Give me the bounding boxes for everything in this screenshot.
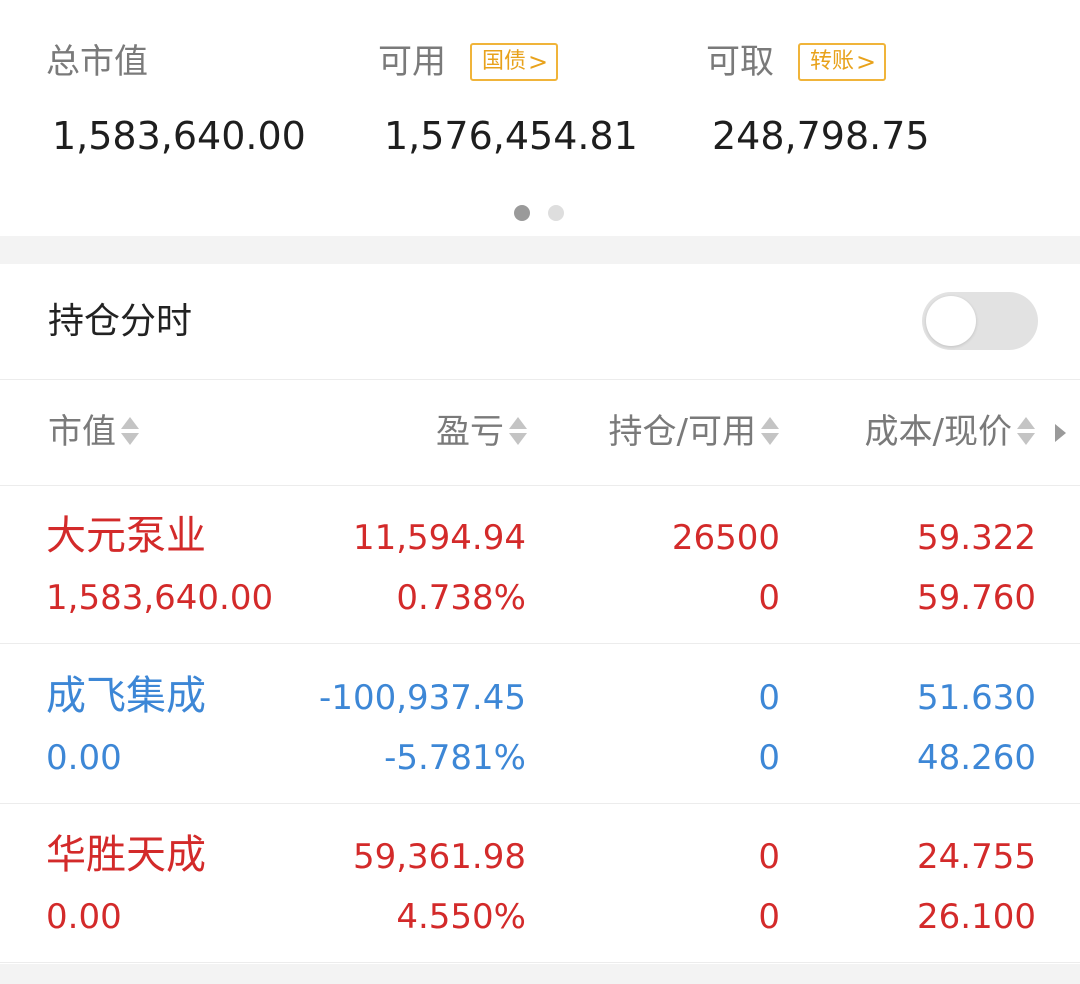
intraday-position-toggle[interactable] xyxy=(922,292,1038,350)
sort-cost-price[interactable]: 成本/现价 xyxy=(865,406,1036,458)
chevron-right-icon: > xyxy=(528,48,549,76)
scroll-right-icon[interactable] xyxy=(1055,424,1066,442)
page-indicator xyxy=(514,205,582,221)
chevron-right-icon: > xyxy=(856,48,877,76)
table-row[interactable]: 华胜天成 0.00 59,361.98 4.550% 0 0 24.755 26… xyxy=(0,805,1080,963)
positions-page: 总市值 1,583,640.00 可用 国债 > 1,576,454.81 可取… xyxy=(0,0,1080,984)
intraday-position-label: 持仓分时 xyxy=(48,301,193,342)
available-funds-value: 1,576,454.81 xyxy=(384,114,638,158)
stock-cost: 59.322 xyxy=(917,518,1036,558)
sort-arrows-icon xyxy=(760,415,780,449)
section-divider xyxy=(0,236,1080,264)
stock-price: 26.100 xyxy=(917,897,1036,937)
header-market-value: 市值 xyxy=(48,412,116,452)
treasury-bond-button[interactable]: 国债 > xyxy=(470,43,559,81)
stock-pnl: 59,361.98 xyxy=(352,837,526,877)
stock-name: 华胜天成 xyxy=(46,832,206,878)
stock-available: 0 xyxy=(758,738,780,778)
total-market-value: 1,583,640.00 xyxy=(52,114,306,158)
sort-position-available[interactable]: 持仓/可用 xyxy=(609,406,780,458)
transfer-button[interactable]: 转账 > xyxy=(798,43,887,81)
table-row[interactable]: 大元泵业 1,583,640.00 11,594.94 0.738% 26500… xyxy=(0,486,1080,644)
page-dot-inactive[interactable] xyxy=(548,205,564,221)
stock-pnl: 11,594.94 xyxy=(352,518,526,558)
header-pnl: 盈亏 xyxy=(436,412,504,452)
table-row[interactable]: 成飞集成 0.00 -100,937.45 -5.781% 0 0 51.630… xyxy=(0,646,1080,804)
stock-position: 0 xyxy=(758,678,780,718)
stock-position: 26500 xyxy=(671,518,780,558)
total-market-value-label: 总市值 xyxy=(46,42,148,82)
stock-available: 0 xyxy=(758,578,780,618)
transfer-label: 转账 xyxy=(810,49,855,74)
header-cost-price: 成本/现价 xyxy=(864,412,1012,452)
account-summary[interactable]: 总市值 1,583,640.00 可用 国债 > 1,576,454.81 可取… xyxy=(0,0,1080,236)
stock-pnl-percent: -5.781% xyxy=(384,738,526,778)
available-funds-label: 可用 xyxy=(378,42,446,82)
stock-market-value: 1,583,640.00 xyxy=(46,578,274,618)
stock-name: 大元泵业 xyxy=(46,513,206,559)
toggle-knob xyxy=(926,296,976,346)
sort-arrows-icon xyxy=(1016,415,1036,449)
stock-available: 0 xyxy=(758,897,780,937)
positions-table-header: 市值 盈亏 持仓/可用 成本/现价 xyxy=(0,380,1080,486)
sort-pnl[interactable]: 盈亏 xyxy=(436,406,528,458)
stock-pnl-percent: 0.738% xyxy=(396,578,526,618)
stock-cost: 51.630 xyxy=(917,678,1036,718)
intraday-position-row: 持仓分时 xyxy=(0,264,1080,380)
header-position-available: 持仓/可用 xyxy=(608,412,756,452)
withdrawable-funds-label: 可取 xyxy=(706,42,774,82)
stock-market-value: 0.00 xyxy=(46,897,122,937)
stock-price: 59.760 xyxy=(917,578,1036,618)
withdrawable-funds-value: 248,798.75 xyxy=(712,114,930,158)
stock-position: 0 xyxy=(758,837,780,877)
stock-price: 48.260 xyxy=(917,738,1036,778)
bottom-divider xyxy=(0,964,1080,984)
sort-arrows-icon xyxy=(120,415,140,449)
sort-market-value[interactable]: 市值 xyxy=(48,406,140,458)
page-dot-active[interactable] xyxy=(514,205,530,221)
stock-market-value: 0.00 xyxy=(46,738,122,778)
sort-arrows-icon xyxy=(508,415,528,449)
stock-cost: 24.755 xyxy=(917,837,1036,877)
treasury-bond-label: 国债 xyxy=(482,49,527,74)
stock-pnl-percent: 4.550% xyxy=(396,897,526,937)
stock-pnl: -100,937.45 xyxy=(319,678,526,718)
stock-name: 成飞集成 xyxy=(46,673,206,719)
